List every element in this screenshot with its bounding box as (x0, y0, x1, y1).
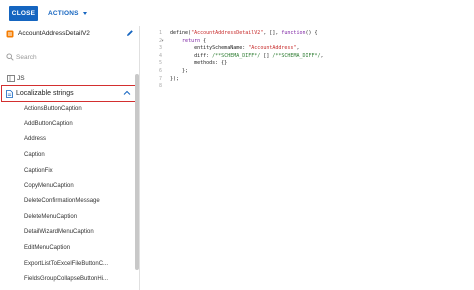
code-token: }); (170, 75, 180, 82)
code-token: diff: (170, 52, 213, 59)
code-token: , (296, 45, 300, 52)
list-item[interactable]: ExportListToExcelFileButtonC... (24, 259, 108, 269)
list-item[interactable]: FieldsGroupCollapseButtonHi... (24, 274, 108, 284)
code-token: , (320, 52, 324, 59)
list-item[interactable]: DeleteMenuCaption (24, 212, 77, 222)
schema-icon (6, 30, 14, 38)
fold-chevron-icon[interactable]: ▾ (161, 37, 164, 45)
list-item[interactable]: Caption (24, 150, 45, 160)
code-token: function (281, 30, 306, 36)
schema-name: AccountAddressDetailV2 (18, 30, 90, 37)
code-token: }; (170, 68, 189, 74)
toolbar: CLOSE ACTIONS (0, 0, 474, 26)
list-item[interactable]: EditMenuCaption (24, 243, 70, 253)
code-token: entitySchemaName: (170, 45, 249, 52)
search-box (4, 51, 134, 63)
list-item[interactable]: CopyMenuCaption (24, 181, 74, 191)
section-js[interactable]: JS (0, 72, 134, 84)
section-localizable-label: Localizable strings (16, 90, 74, 97)
line-gutter: 1 2 3 4 5 6 7 8 ▾ (141, 26, 167, 290)
list-item[interactable]: CaptionFix (24, 166, 53, 176)
list-item[interactable]: Address (24, 134, 46, 144)
chevron-up-icon[interactable] (123, 90, 131, 96)
code-token: , [], (263, 30, 282, 36)
code-editor[interactable]: 1 2 3 4 5 6 7 8 ▾ define("AccountAddressDetailV2… (141, 26, 474, 290)
code-token: [] (260, 52, 273, 59)
actions-button[interactable]: ACTIONS (48, 6, 87, 21)
search-icon (6, 53, 14, 61)
search-input[interactable] (16, 51, 131, 63)
code-token: { (200, 37, 207, 44)
chevron-down-icon (82, 12, 87, 15)
code-token: return (182, 37, 201, 44)
code-token: /**SCHEMA_DIFF*/ (212, 52, 261, 59)
list-item[interactable]: DetailWizardMenuCaption (24, 227, 94, 237)
list-item[interactable]: DeleteConfirmationMessage (24, 196, 100, 206)
section-localizable-strings[interactable]: Localizable strings (1, 85, 136, 102)
pencil-icon[interactable] (126, 29, 134, 37)
document-icon (6, 89, 13, 98)
list-item[interactable]: AddButtonCaption (24, 119, 73, 129)
sidebar: AccountAddressDetailV2 JS Localizable st… (0, 26, 140, 290)
js-file-icon (7, 75, 15, 82)
close-button[interactable]: CLOSE (9, 6, 38, 21)
schema-header: AccountAddressDetailV2 (0, 26, 139, 42)
code-token: define( (170, 30, 192, 36)
code-token: "AccountAddress" (248, 45, 297, 52)
code-token: methods: {} (170, 60, 228, 67)
list-item[interactable]: ActionsButtonCaption (24, 104, 82, 114)
actions-label: ACTIONS (48, 10, 79, 17)
section-js-label: JS (17, 75, 25, 82)
line-number: 8 (158, 83, 162, 90)
code-token: "AccountAddressDetailV2" (191, 30, 264, 36)
code-token: () { (305, 30, 318, 36)
sidebar-scrollbar[interactable] (135, 74, 139, 270)
code-line: }); (170, 75, 179, 83)
code-token: /**SCHEMA_DIFF*/ (272, 52, 321, 59)
